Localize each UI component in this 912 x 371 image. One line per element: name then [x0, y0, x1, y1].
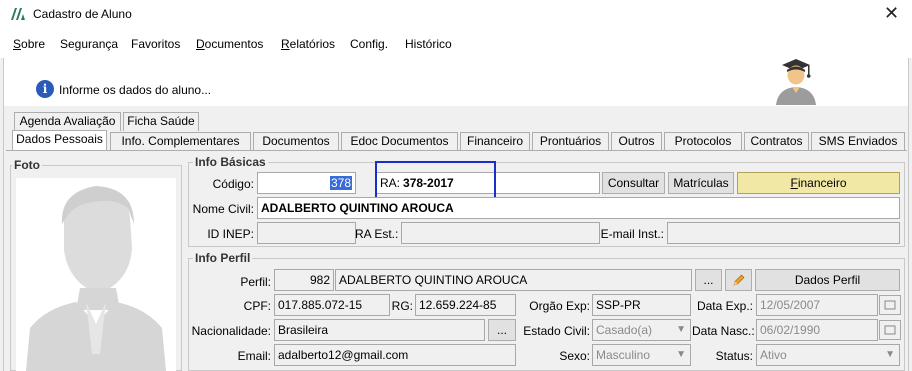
data-nasc-label: Data Nasc.:: [692, 324, 755, 338]
codigo-field[interactable]: 378: [257, 172, 356, 194]
chevron-down-icon: ▼: [885, 349, 895, 360]
nacionalidade-field[interactable]: Brasileira: [274, 319, 485, 341]
tab-documentos[interactable]: Documentos: [253, 132, 339, 151]
perfil-search-button[interactable]: ...: [695, 269, 722, 291]
rg-field[interactable]: 12.659.224-85: [415, 294, 516, 316]
window-border-right: [908, 58, 909, 371]
email-label: Email:: [237, 349, 271, 363]
banner-message: Informe os dados do aluno...: [59, 83, 212, 97]
data-exp-calendar-button[interactable]: [879, 295, 901, 315]
menu-config[interactable]: Config.: [350, 37, 388, 51]
ra-est-field[interactable]: [401, 222, 600, 244]
tab-info-complementares[interactable]: Info. Complementares: [110, 132, 251, 151]
ra-est-label: RA Est.:: [355, 227, 399, 241]
info-banner: [4, 58, 908, 106]
tab-agenda-avaliacao[interactable]: Agenda Avaliação: [14, 112, 121, 131]
sexo-select[interactable]: Masculino ▼: [592, 344, 691, 366]
sexo-label: Sexo:: [559, 349, 590, 363]
perfil-name-field[interactable]: ADALBERTO QUINTINO AROUCA: [335, 269, 692, 291]
tab-contratos[interactable]: Contratos: [744, 132, 809, 151]
estado-civil-label: Estado Civil:: [523, 324, 590, 338]
chevron-down-icon: ▼: [676, 324, 686, 335]
perfil-label: Perfil:: [240, 275, 271, 289]
tab-protocolos[interactable]: Protocolos: [664, 132, 742, 151]
nacionalidade-label: Nacionalidade:: [191, 324, 271, 338]
info-perfil-legend: Info Perfil: [193, 251, 253, 265]
data-nasc-calendar-button[interactable]: [879, 320, 901, 340]
matriculas-button[interactable]: Matrículas: [668, 172, 734, 194]
cpf-label: CPF:: [243, 299, 271, 313]
perfil-id-field[interactable]: 982: [274, 269, 334, 291]
menu-favoritos[interactable]: Favoritos: [131, 37, 180, 51]
dados-perfil-button[interactable]: Dados Perfil: [755, 269, 900, 291]
status-select[interactable]: Ativo ▼: [756, 344, 900, 366]
data-nasc-field[interactable]: 06/02/1990: [756, 319, 878, 341]
window-title: Cadastro de Aluno: [33, 7, 132, 21]
cpf-field[interactable]: 017.885.072-15: [274, 294, 390, 316]
calendar-icon: [884, 325, 896, 335]
info-basicas-legend: Info Básicas: [193, 155, 268, 169]
tab-edoc-documentos[interactable]: Edoc Documentos: [341, 132, 458, 151]
codigo-label: Código:: [212, 177, 254, 191]
menu-documentos[interactable]: Documentos: [196, 37, 263, 51]
orgao-exp-label: Orgão Exp:: [529, 299, 590, 313]
tab-prontuarios[interactable]: Prontuários: [532, 132, 609, 151]
nacionalidade-search-button[interactable]: ...: [488, 319, 516, 341]
calendar-icon: [884, 300, 896, 310]
id-inep-label: ID INEP:: [207, 227, 254, 241]
title-bar: [0, 0, 912, 30]
nome-civil-label: Nome Civil:: [192, 202, 254, 216]
tab-dados-pessoais[interactable]: Dados Pessoais: [12, 130, 107, 151]
tab-ficha-saude[interactable]: Ficha Saúde: [123, 112, 199, 131]
email-inst-label: E-mail Inst.:: [600, 227, 664, 241]
nome-civil-field[interactable]: ADALBERTO QUINTINO AROUCA: [257, 197, 900, 219]
email-field[interactable]: adalberto12@gmail.com: [274, 344, 516, 366]
data-exp-field[interactable]: 12/05/2007: [756, 294, 878, 316]
chevron-down-icon: ▼: [676, 349, 686, 360]
id-inep-field[interactable]: [257, 222, 356, 244]
close-icon[interactable]: ✕: [884, 3, 899, 23]
email-inst-field[interactable]: [667, 222, 900, 244]
graduate-avatar-icon: [776, 59, 816, 105]
tab-outros[interactable]: Outros: [611, 132, 662, 151]
info-icon: i: [36, 80, 54, 98]
tab-financeiro[interactable]: Financeiro: [460, 132, 530, 151]
edit-perfil-button[interactable]: [725, 269, 752, 291]
orgao-exp-field[interactable]: SSP-PR: [592, 294, 691, 316]
status-label: Status:: [715, 349, 753, 363]
foto-legend: Foto: [12, 158, 42, 172]
tab-sms-enviados[interactable]: SMS Enviados: [811, 132, 905, 151]
menu-seguranca[interactable]: Segurança: [60, 37, 118, 51]
rg-label: RG:: [391, 299, 413, 313]
estado-civil-select[interactable]: Casado(a) ▼: [592, 319, 691, 341]
menu-historico[interactable]: Histórico: [405, 37, 452, 51]
ra-highlight-box: [375, 161, 496, 199]
app-logo-icon: [11, 8, 25, 20]
menu-relatorios[interactable]: Relatórios: [281, 37, 335, 51]
student-photo: [16, 178, 176, 371]
financeiro-button[interactable]: Financeiro: [737, 172, 900, 194]
data-exp-label: Data Exp.:: [696, 299, 753, 313]
menu-sobre[interactable]: Sobre: [13, 37, 45, 51]
pencil-icon: [733, 274, 744, 286]
consultar-button[interactable]: Consultar: [602, 172, 665, 194]
